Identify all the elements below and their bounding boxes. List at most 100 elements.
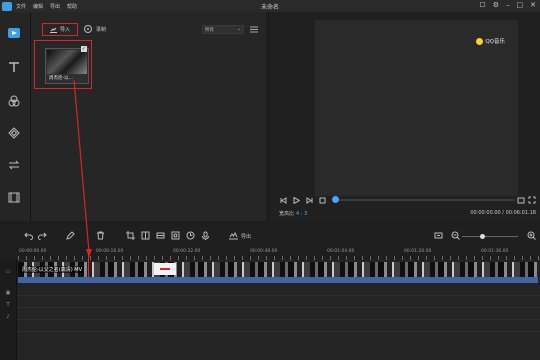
import-icon: [49, 27, 57, 33]
export-label[interactable]: 导出: [241, 233, 251, 240]
audio-waveform-track[interactable]: [18, 277, 538, 283]
music-track-header[interactable]: ♪: [2, 312, 14, 321]
menu-export[interactable]: 导出: [50, 3, 60, 10]
zoom-slider-handle[interactable]: [480, 234, 485, 239]
text-tab[interactable]: [5, 58, 23, 76]
media-library-panel: 导入 录制 所有 ⌄ ✓ 周杰伦-以...: [31, 12, 266, 221]
filter-icon: [8, 95, 20, 107]
fit-timeline-icon[interactable]: [434, 231, 443, 240]
ruler-label: 00:00:48.00: [250, 249, 278, 254]
playback-scrubber[interactable]: [332, 196, 339, 203]
next-frame-icon: [306, 196, 313, 204]
edit-icon[interactable]: [66, 231, 75, 240]
menu-help[interactable]: 帮助: [67, 3, 77, 10]
playhead[interactable]: [88, 251, 89, 277]
play-icon: [293, 196, 300, 204]
zoom-slider[interactable]: [462, 236, 518, 237]
stop-button[interactable]: [318, 196, 327, 205]
qq-music-logo-icon: [476, 37, 484, 45]
ruler-label: 00:01:20.00: [404, 249, 432, 254]
timeline-toolbar: 导出: [0, 227, 540, 245]
track-lane[interactable]: [17, 285, 540, 296]
prev-frame-button[interactable]: [279, 196, 288, 205]
zoom-out-icon[interactable]: [451, 231, 460, 240]
minimize-button[interactable]: –: [506, 1, 510, 10]
text-track-icon: T: [6, 301, 10, 308]
overlay-icon: [8, 127, 20, 139]
video-track-icon: ▭: [5, 268, 11, 275]
track-lane[interactable]: [17, 309, 540, 320]
transition-tab[interactable]: [5, 156, 23, 174]
text-track-header[interactable]: T: [2, 300, 14, 309]
watermark-text: QQ音乐: [485, 39, 505, 45]
video-clip-title: 周杰伦-以父之名(高清) MV: [20, 266, 85, 273]
stop-icon: [319, 197, 326, 203]
close-button[interactable]: ✕: [530, 1, 536, 10]
record-label: 录制: [96, 26, 107, 33]
video-track-header[interactable]: ▭: [2, 267, 14, 276]
preview-panel: QQ音乐 宽高比 4 : 3 00:00:00.00 / 00:06:01.18: [271, 12, 540, 221]
maximize-button[interactable]: □: [517, 1, 524, 10]
ruler-label: 00:01:04.00: [327, 249, 355, 254]
import-button[interactable]: 导入: [42, 23, 78, 36]
overlay-tab[interactable]: [5, 124, 23, 142]
mosaic-icon[interactable]: [156, 231, 165, 240]
split-icon[interactable]: [141, 231, 150, 240]
element-tab[interactable]: [5, 188, 23, 206]
ruler-label: 00:00:16.00: [96, 249, 124, 254]
track-lane[interactable]: [17, 321, 540, 332]
next-frame-button[interactable]: [305, 196, 314, 205]
play-button[interactable]: [292, 196, 301, 205]
track-headers: ▭ ▣ T ♪: [0, 260, 17, 360]
snapshot-icon[interactable]: [517, 196, 525, 204]
ruler-label: 00:00:00.00: [19, 249, 47, 254]
voiceover-icon[interactable]: [201, 231, 210, 240]
clip-name: 周杰伦-以...: [49, 76, 73, 81]
list-view-icon[interactable]: [250, 26, 258, 33]
import-label: 导入: [59, 27, 70, 33]
pip-track-header[interactable]: ▣: [2, 288, 14, 297]
record-icon: [84, 25, 92, 33]
record-button[interactable]: 录制: [84, 25, 106, 33]
filter-value: 所有: [205, 27, 214, 33]
chevron-down-icon: ⌄: [237, 27, 241, 32]
fullscreen-icon[interactable]: [528, 196, 536, 204]
playback-time: 00:00:00.00 / 00:06:01.18: [470, 210, 536, 216]
media-filter-dropdown[interactable]: 所有 ⌄: [202, 25, 244, 34]
playback-progress-bar[interactable]: [333, 199, 515, 201]
menu-bar: 文件 编辑 导出 帮助: [16, 3, 84, 10]
freeze-frame-icon[interactable]: [171, 231, 180, 240]
title-bar: 文件 编辑 导出 帮助 未命名 ☐ ⚙ – □ ✕: [0, 0, 540, 12]
media-tab[interactable]: [5, 24, 23, 42]
menu-edit[interactable]: 编辑: [33, 3, 43, 10]
delete-icon[interactable]: [96, 231, 105, 240]
track-lane[interactable]: [17, 297, 540, 308]
redo-icon[interactable]: [38, 231, 47, 240]
export-icon[interactable]: [229, 231, 238, 240]
menu-file[interactable]: 文件: [16, 3, 26, 10]
media-clip-thumbnail[interactable]: ✓ 周杰伦-以...: [45, 46, 89, 84]
aspect-ratio-label: 宽高比: [279, 211, 295, 217]
feedback-icon[interactable]: ☐: [479, 1, 485, 10]
speed-icon[interactable]: [186, 231, 195, 240]
video-editor-window: 文件 编辑 导出 帮助 未命名 ☐ ⚙ – □ ✕ 导入 录制 所有 ⌄ ✓ 周…: [0, 0, 540, 360]
media-icon: [8, 28, 20, 38]
settings-icon[interactable]: ⚙: [493, 1, 499, 10]
music-track-icon: ♪: [6, 313, 10, 320]
pip-track-icon: ▣: [5, 289, 11, 296]
aspect-ratio[interactable]: 宽高比 4 : 3: [279, 210, 307, 217]
video-clip[interactable]: 周杰伦-以父之名(高清) MV: [18, 262, 538, 277]
clip-frame-thumbnail: [154, 263, 176, 275]
undo-icon[interactable]: [24, 231, 33, 240]
ruler-label: 00:01:36.00: [481, 249, 509, 254]
zoom-in-icon[interactable]: [527, 231, 536, 240]
watermark: QQ音乐: [476, 37, 505, 45]
text-icon: [9, 62, 19, 72]
transition-icon: [8, 160, 20, 170]
crop-icon[interactable]: [126, 231, 135, 240]
filter-tab[interactable]: [5, 92, 23, 110]
film-icon: [8, 192, 20, 202]
timeline-ruler[interactable]: 00:00:00.00 00:00:16.00 00:00:32.00 00:0…: [0, 245, 540, 260]
app-logo-icon: [2, 1, 12, 11]
aspect-ratio-value: 4 : 3: [296, 211, 308, 217]
